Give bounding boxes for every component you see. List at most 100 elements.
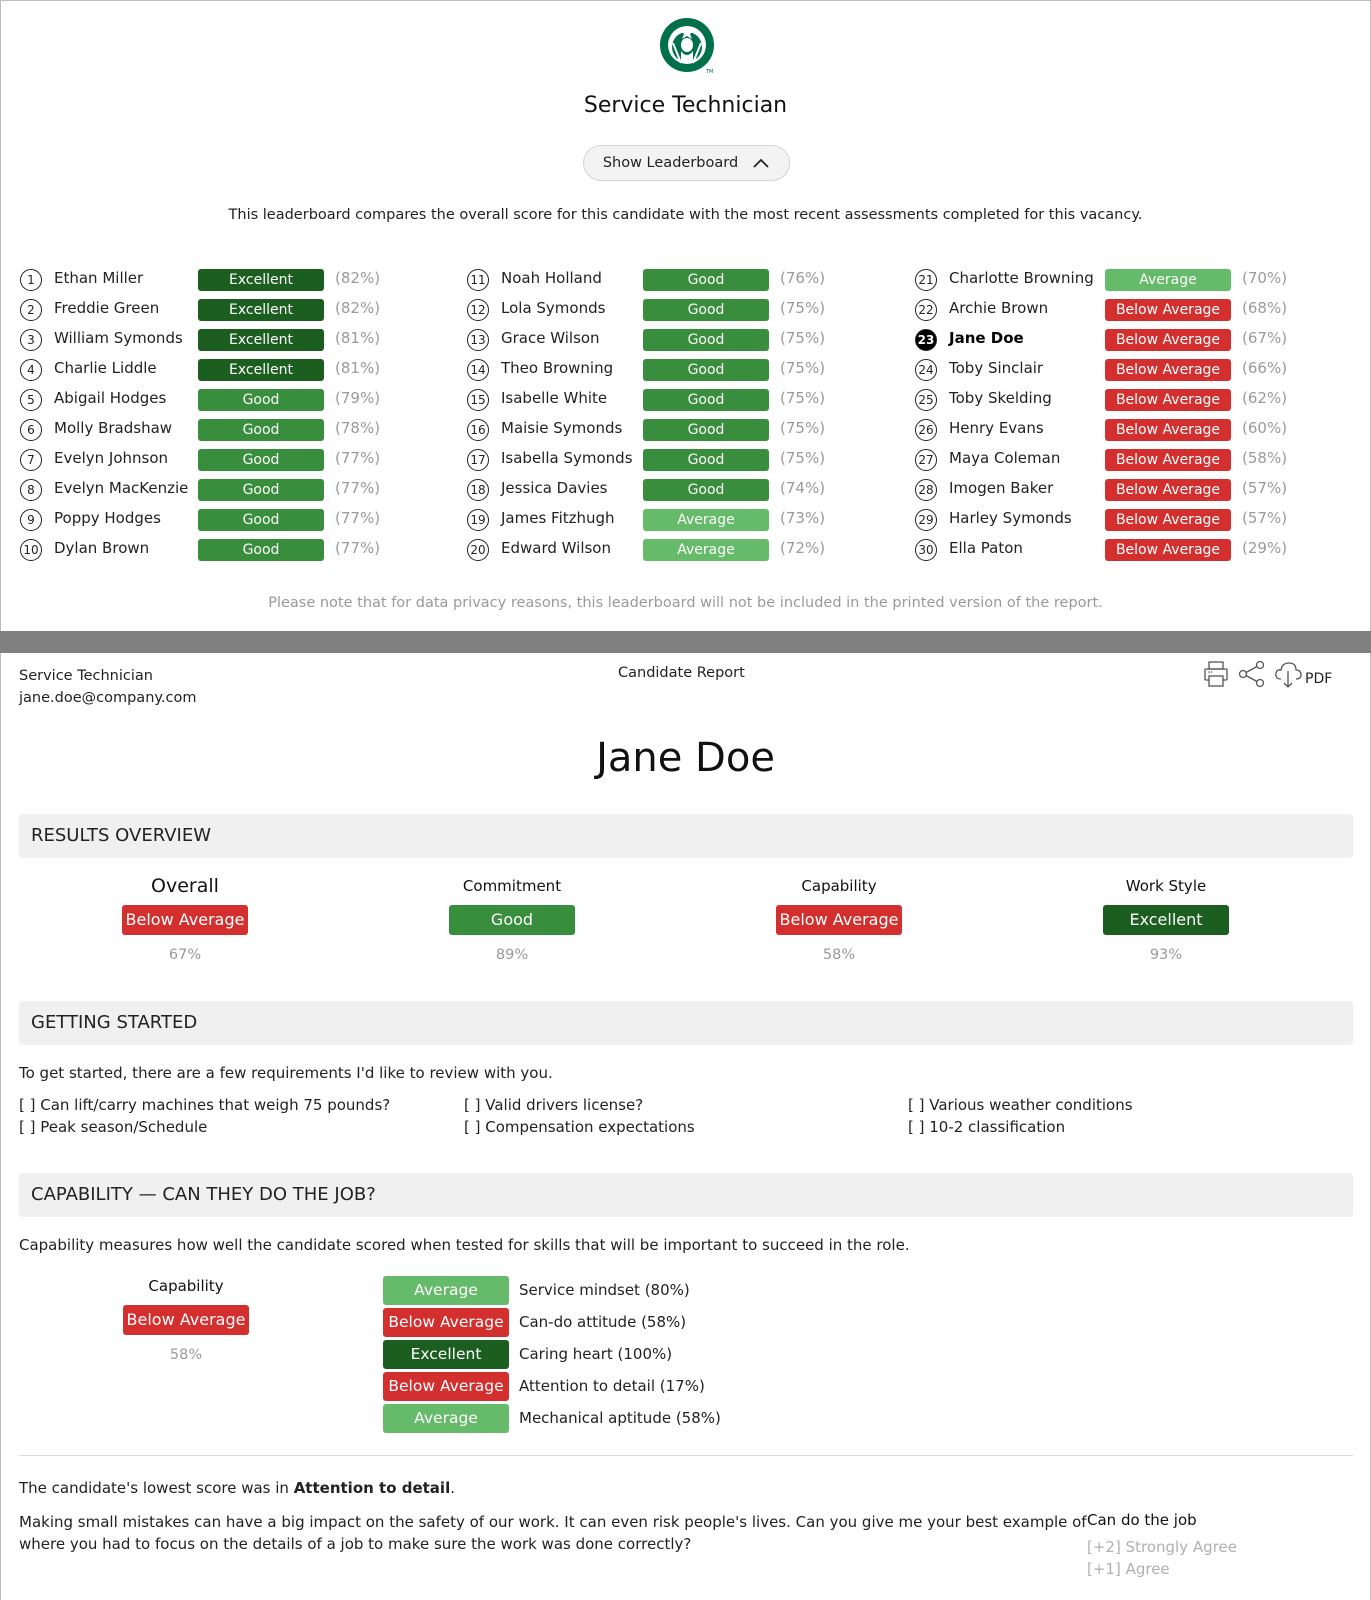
rating-badge: Good — [198, 479, 324, 501]
rank-badge: 19 — [467, 509, 489, 531]
report-header-info: Service Technician jane.doe@company.com — [19, 665, 196, 709]
candidate-name: Maisie Symonds — [501, 419, 623, 437]
getting-started-heading: GETTING STARTED — [19, 1001, 1353, 1045]
overview-title: Overall — [151, 875, 219, 897]
rank-badge: 5 — [20, 389, 42, 411]
rating-badge: Good — [643, 299, 769, 321]
candidate-name: Abigail Hodges — [54, 389, 167, 407]
score-percent: (76%) — [780, 269, 826, 287]
rank-badge: 9 — [20, 509, 42, 531]
rank-badge: 13 — [467, 329, 489, 351]
overview-item-overall: Overall Below Average 67% — [85, 875, 285, 963]
lowest-score-skill: Attention to detail — [293, 1479, 451, 1497]
overview-title: Commitment — [462, 877, 562, 895]
skill-rating-badge: Below Average — [383, 1371, 509, 1401]
rating-badge: Excellent — [198, 359, 324, 381]
skill-label: Mechanical aptitude (58%) — [519, 1409, 721, 1427]
leaderboard-row: 6 Molly Bradshaw Good (78%) — [20, 415, 440, 445]
candidate-name: Molly Bradshaw — [54, 419, 173, 437]
section-divider — [19, 1455, 1353, 1456]
candidate-name: Evelyn Johnson — [54, 449, 169, 467]
capability-summary: Capability Below Average 58% — [86, 1275, 286, 1363]
skill-rating-badge: Average — [383, 1403, 509, 1433]
pdf-download-label[interactable]: PDF — [1305, 671, 1332, 687]
rating-badge: Below Average — [1105, 509, 1231, 531]
overview-rating-badge: Good — [449, 905, 575, 935]
rating-badge: Good — [643, 359, 769, 381]
share-icon[interactable] — [1237, 659, 1267, 689]
leaderboard-row: 18 Jessica Davies Good (74%) — [467, 475, 887, 505]
capability-skill-row: Below Average Can-do attitude (58%) — [383, 1306, 721, 1338]
candidate-name: James Fitzhugh — [501, 509, 615, 527]
rank-badge: 15 — [467, 389, 489, 411]
capability-skills: Average Service mindset (80%) Below Averag… — [383, 1274, 721, 1434]
leaderboard-row: 11 Noah Holland Good (76%) — [467, 265, 887, 295]
score-percent: (77%) — [335, 509, 381, 527]
rating-badge: Good — [643, 449, 769, 471]
rank-badge: 27 — [915, 449, 937, 471]
leaderboard-row: 29 Harley Symonds Below Average (57%) — [915, 505, 1335, 535]
report-actions: PDF — [1201, 659, 1332, 689]
score-percent: (75%) — [780, 359, 826, 377]
candidate-email: jane.doe@company.com — [19, 690, 197, 706]
requirement-item: [ ] Peak season/Schedule — [19, 1118, 208, 1136]
leaderboard-row: 28 Imogen Baker Below Average (57%) — [915, 475, 1335, 505]
chevron-up-icon — [753, 158, 769, 168]
requirement-item: [ ] Compensation expectations — [464, 1118, 695, 1136]
leaderboard-row: 25 Toby Skelding Below Average (62%) — [915, 385, 1335, 415]
overview-rating-badge: Excellent — [1103, 905, 1229, 935]
candidate-report: Service Technician jane.doe@company.com … — [0, 653, 1371, 1600]
skill-label: Can-do attitude (58%) — [519, 1313, 687, 1331]
score-percent: (81%) — [335, 329, 381, 347]
score-percent: (77%) — [335, 539, 381, 557]
rating-badge: Good — [643, 479, 769, 501]
capability-skill-row: Average Service mindset (80%) — [383, 1274, 721, 1306]
score-percent: (77%) — [335, 449, 381, 467]
rating-scale-option[interactable]: [+2] Strongly Agree — [1087, 1538, 1237, 1556]
candidate-name: Evelyn MacKenzie — [54, 479, 189, 497]
leaderboard-row: 30 Ella Paton Below Average (29%) — [915, 535, 1335, 565]
score-percent: (74%) — [780, 479, 826, 497]
candidate-name: Charlotte Browning — [949, 269, 1094, 287]
requirement-item: [ ] 10-2 classification — [908, 1118, 1066, 1136]
rating-badge: Good — [198, 509, 324, 531]
rank-badge: 24 — [915, 359, 937, 381]
candidate-name: Grace Wilson — [501, 329, 600, 347]
cloud-download-icon[interactable] — [1273, 659, 1303, 689]
rating-badge: Below Average — [1105, 299, 1231, 321]
leaderboard-row: 23 Jane Doe Below Average (67%) — [915, 325, 1335, 355]
rank-badge: 6 — [20, 419, 42, 441]
requirement-item: [ ] Valid drivers license? — [464, 1096, 644, 1114]
lowest-score-suffix: . — [450, 1479, 455, 1497]
score-percent: (79%) — [335, 389, 381, 407]
rank-badge: 30 — [915, 539, 937, 561]
leaderboard-row: 16 Maisie Symonds Good (75%) — [467, 415, 887, 445]
rating-scale-option[interactable]: [+1] Agree — [1087, 1560, 1170, 1578]
lowest-score-prefix: The candidate's lowest score was in — [19, 1479, 294, 1497]
printer-icon[interactable] — [1201, 659, 1231, 689]
candidate-name: Noah Holland — [501, 269, 602, 287]
rating-badge: Below Average — [1105, 329, 1231, 351]
leaderboard-row: 13 Grace Wilson Good (75%) — [467, 325, 887, 355]
overview-percent: 67% — [168, 947, 202, 963]
score-percent: (58%) — [1242, 449, 1288, 467]
rating-badge: Excellent — [198, 299, 324, 321]
rating-badge: Below Average — [1105, 389, 1231, 411]
leaderboard-row: 26 Henry Evans Below Average (60%) — [915, 415, 1335, 445]
score-percent: (73%) — [780, 509, 826, 527]
interview-question: Making small mistakes can have a big imp… — [19, 1511, 1087, 1555]
skill-rating-badge: Below Average — [383, 1307, 509, 1337]
candidate-name: Isabella Symonds — [501, 449, 633, 467]
rank-badge: 20 — [467, 539, 489, 561]
interview-question-line-1: Making small mistakes can have a big imp… — [19, 1513, 1087, 1531]
candidate-name: Theo Browning — [501, 359, 614, 377]
rank-badge: 23 — [915, 329, 937, 351]
candidate-name: Toby Sinclair — [949, 359, 1044, 377]
score-percent: (72%) — [780, 539, 826, 557]
show-leaderboard-toggle[interactable]: Show Leaderboard — [583, 145, 790, 181]
overview-rating-badge: Below Average — [776, 905, 902, 935]
rating-badge: Excellent — [198, 329, 324, 351]
candidate-name: Archie Brown — [949, 299, 1049, 317]
rank-badge: 25 — [915, 389, 937, 411]
rating-badge: Good — [643, 389, 769, 411]
